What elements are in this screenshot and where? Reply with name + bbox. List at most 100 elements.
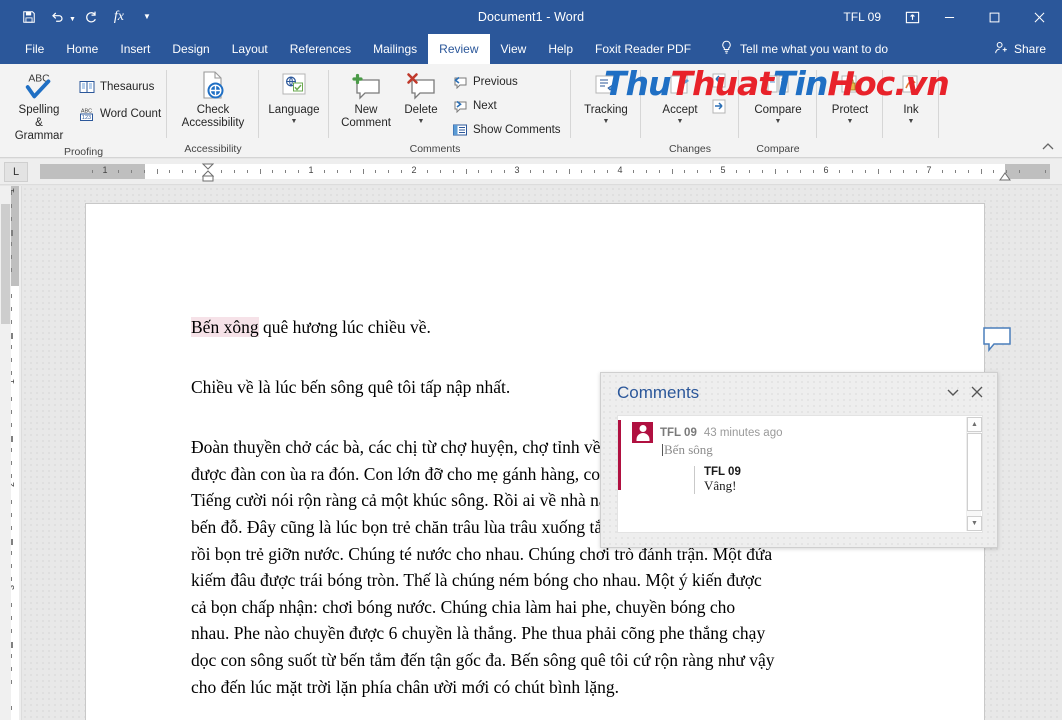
compare-dropdown-icon[interactable]: ▼ bbox=[775, 118, 782, 125]
tab-layout[interactable]: Layout bbox=[221, 34, 279, 64]
ruler-number: 3 bbox=[514, 165, 520, 175]
tell-me-box[interactable]: Tell me what you want to do bbox=[720, 34, 888, 64]
new-comment-button[interactable]: New Comment bbox=[335, 68, 397, 132]
comments-list[interactable]: TFL 09 43 minutes ago Bến sông TFL 09 Vâ… bbox=[617, 415, 983, 533]
spelling-grammar-label-1: Spelling & bbox=[18, 104, 60, 130]
left-scrollbar-thumb[interactable] bbox=[1, 204, 10, 324]
left-indent-marker[interactable] bbox=[201, 160, 215, 189]
group-label-tracking bbox=[571, 155, 641, 158]
commented-text-highlight[interactable]: Bến xông bbox=[191, 317, 259, 337]
share-button[interactable]: Share bbox=[994, 34, 1046, 64]
ruler-tick bbox=[298, 170, 300, 173]
horizontal-ruler[interactable]: L 1 1 2 3 4 5 6 7 bbox=[0, 159, 1062, 185]
tab-home[interactable]: Home bbox=[55, 34, 109, 64]
formula-icon[interactable]: fx bbox=[106, 5, 132, 29]
paragraph-3-line: cho đến lúc mặt trời lặn phía chân ười m… bbox=[191, 676, 619, 697]
maximize-button[interactable] bbox=[972, 0, 1017, 34]
ruler-tick bbox=[684, 170, 686, 173]
tab-view[interactable]: View bbox=[490, 34, 538, 64]
accept-dropdown-icon[interactable]: ▼ bbox=[677, 118, 684, 125]
check-accessibility-label-2: Accessibility bbox=[181, 117, 245, 130]
comment-item[interactable]: TFL 09 43 minutes ago Bến sông TFL 09 Vâ… bbox=[618, 416, 982, 498]
tab-review[interactable]: Review bbox=[428, 34, 490, 64]
ruler-number: 5 bbox=[720, 165, 726, 175]
next-comment-label: Next bbox=[473, 99, 497, 112]
ruler-tick bbox=[594, 170, 596, 173]
language-icon bbox=[278, 70, 310, 104]
left-scrollbar[interactable] bbox=[0, 186, 11, 720]
ruler-tick bbox=[92, 170, 94, 173]
ink-dropdown-icon[interactable]: ▼ bbox=[908, 118, 915, 125]
ruler-page-zone bbox=[145, 164, 1005, 179]
spelling-grammar-button[interactable]: ABC Spelling & Grammar bbox=[8, 68, 70, 146]
quick-access-toolbar: ▼ fx ▼ bbox=[0, 5, 160, 29]
comments-scrollbar-thumb[interactable] bbox=[967, 433, 982, 511]
check-accessibility-button[interactable]: Check Accessibility bbox=[172, 68, 254, 132]
ruler-tick bbox=[864, 170, 866, 173]
scroll-down-arrow[interactable]: ▼ bbox=[967, 516, 982, 531]
comment-accent-bar bbox=[618, 420, 621, 490]
tab-file[interactable]: File bbox=[14, 34, 55, 64]
ribbon-group-protect: Protect ▼ bbox=[817, 64, 883, 158]
ruler-track[interactable]: 1 1 2 3 4 5 6 7 bbox=[40, 163, 1050, 182]
accept-label: Accept bbox=[662, 104, 698, 116]
delete-dropdown-icon[interactable]: ▼ bbox=[418, 118, 425, 125]
comment-body[interactable]: Bến sông bbox=[632, 442, 974, 458]
ruler-tick bbox=[697, 170, 699, 173]
language-button[interactable]: Language ▼ bbox=[261, 68, 327, 127]
ribbon-display-options-icon[interactable] bbox=[897, 2, 927, 32]
svg-text:123: 123 bbox=[82, 115, 91, 121]
undo-dropdown-icon[interactable]: ▼ bbox=[69, 16, 76, 23]
redo-icon[interactable] bbox=[78, 5, 104, 29]
close-icon[interactable] bbox=[971, 386, 983, 401]
account-name[interactable]: TFL 09 bbox=[843, 10, 881, 24]
tab-insert[interactable]: Insert bbox=[109, 34, 161, 64]
ruler-right-margin bbox=[1005, 164, 1050, 179]
reject-previous-icon[interactable] bbox=[710, 72, 730, 94]
collapse-ribbon-button[interactable] bbox=[1042, 142, 1054, 154]
scroll-up-arrow[interactable]: ▲ bbox=[967, 417, 982, 432]
ruler-tick bbox=[246, 170, 248, 173]
right-indent-marker[interactable] bbox=[999, 169, 1011, 187]
ruler-tick bbox=[761, 170, 763, 173]
ink-icon bbox=[897, 70, 925, 104]
reject-next-icon[interactable] bbox=[710, 98, 730, 120]
tab-help[interactable]: Help bbox=[537, 34, 584, 64]
word-count-button[interactable]: ABC 123 Word Count bbox=[74, 103, 165, 124]
protect-dropdown-icon[interactable]: ▼ bbox=[847, 118, 854, 125]
close-button[interactable] bbox=[1017, 0, 1062, 34]
text-caret bbox=[662, 444, 663, 456]
tab-references[interactable]: References bbox=[279, 34, 362, 64]
chevron-down-icon[interactable] bbox=[947, 386, 959, 400]
paragraph-1[interactable]: Bến xông quê hương lúc chiều về. bbox=[191, 314, 891, 341]
comment-reply[interactable]: TFL 09 Vâng! bbox=[694, 466, 974, 494]
protect-button[interactable]: Protect ▼ bbox=[820, 68, 880, 127]
tab-mailings[interactable]: Mailings bbox=[362, 34, 428, 64]
tab-stop-selector[interactable]: L bbox=[4, 161, 28, 182]
show-comments-button[interactable]: Show Comments bbox=[447, 119, 565, 140]
delete-comment-button[interactable]: New Delete ▼ bbox=[397, 68, 445, 127]
thesaurus-button[interactable]: Thesaurus bbox=[74, 76, 165, 97]
minimize-button[interactable] bbox=[927, 0, 972, 34]
undo-icon[interactable] bbox=[44, 5, 70, 29]
tracking-button[interactable]: Tracking ▼ bbox=[574, 68, 638, 127]
previous-comment-button[interactable]: Previous bbox=[447, 71, 565, 92]
tab-design[interactable]: Design bbox=[161, 34, 220, 64]
ruler-number: 2 bbox=[411, 165, 417, 175]
tab-foxit-reader-pdf[interactable]: Foxit Reader PDF bbox=[584, 34, 702, 64]
delete-comment-icon bbox=[404, 70, 438, 104]
comments-scrollbar[interactable]: ▲ ▼ bbox=[966, 417, 982, 531]
save-icon[interactable] bbox=[16, 5, 42, 29]
ribbon-group-accessibility: Check Accessibility Accessibility bbox=[167, 64, 259, 158]
ink-button[interactable]: Ink ▼ bbox=[886, 68, 936, 127]
tracking-dropdown-icon[interactable]: ▼ bbox=[603, 118, 610, 125]
tell-me-label: Tell me what you want to do bbox=[740, 42, 889, 56]
customize-qat-icon[interactable]: ▼ bbox=[134, 5, 160, 29]
next-comment-button[interactable]: Next bbox=[447, 95, 565, 116]
compare-button[interactable]: Compare ▼ bbox=[742, 68, 814, 127]
accept-button[interactable]: Accept ▼ bbox=[650, 68, 710, 127]
language-dropdown-icon[interactable]: ▼ bbox=[291, 118, 298, 125]
comment-balloon-icon[interactable] bbox=[982, 326, 1012, 357]
ruler-tick bbox=[710, 170, 712, 173]
comments-pane[interactable]: Comments TFL 09 43 minutes ago Bến sông bbox=[600, 372, 998, 548]
